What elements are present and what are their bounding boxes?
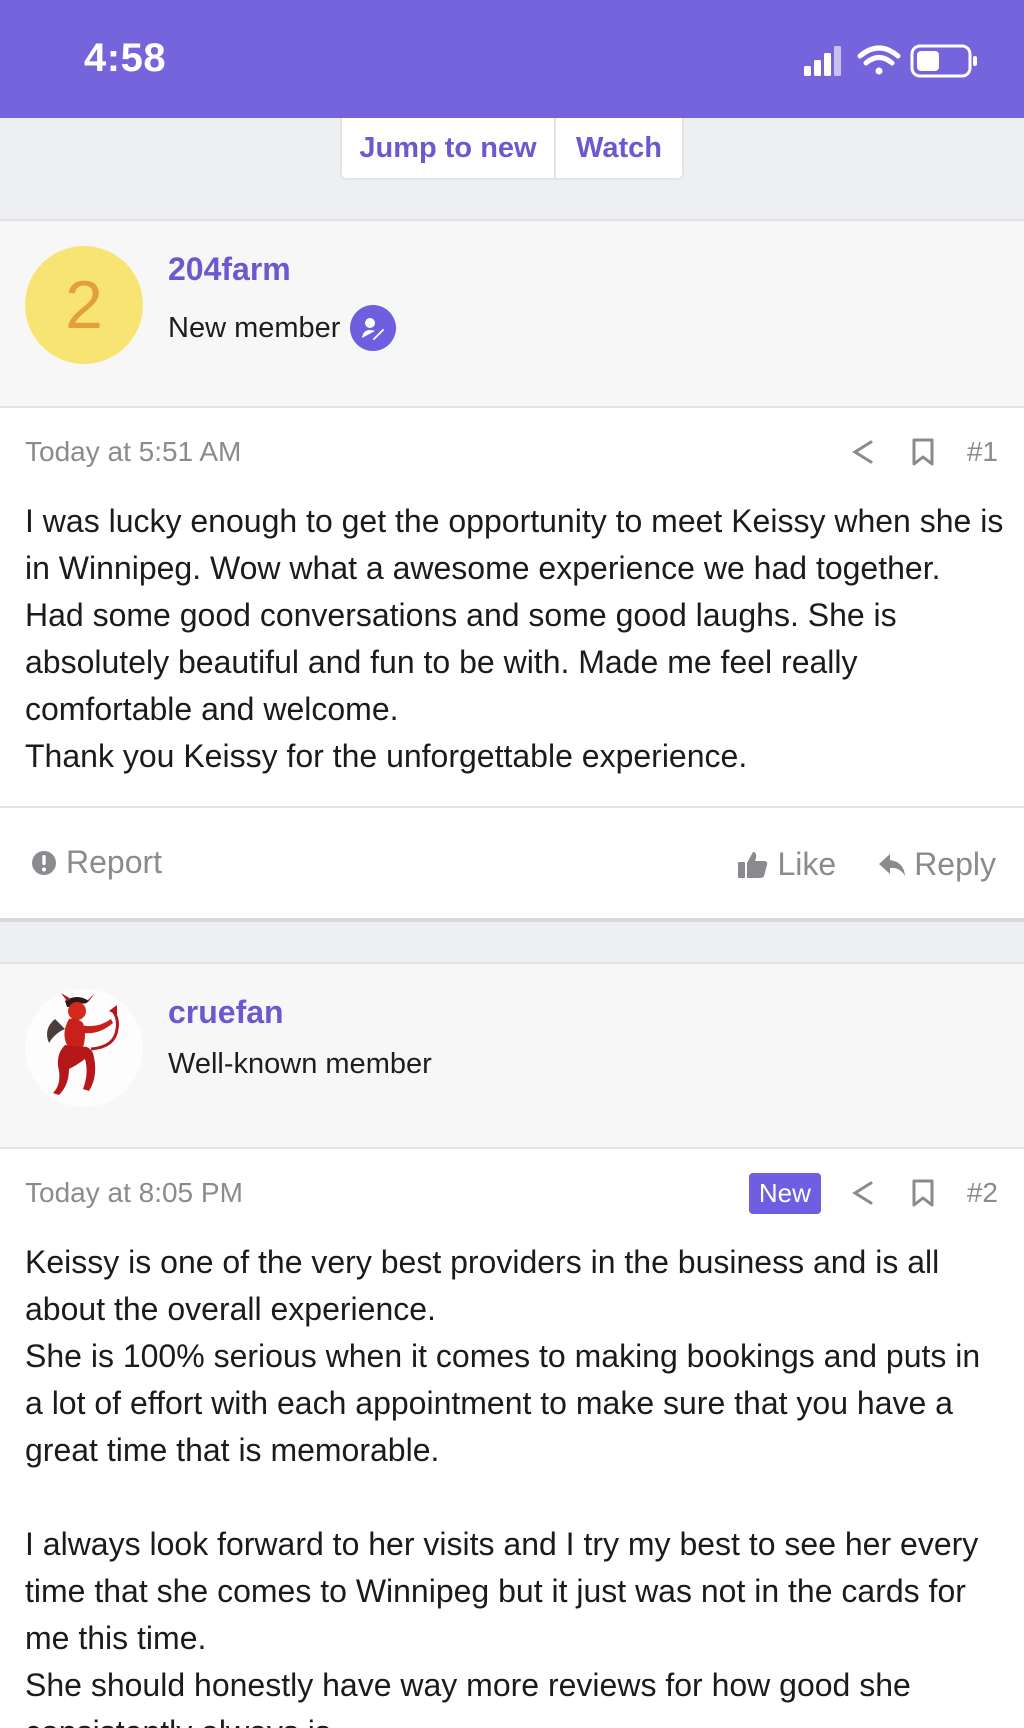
signal-icon [804,46,841,76]
post-tools: New #2 [748,1171,998,1215]
avatar[interactable]: 2 [25,246,143,364]
post-paragraph: I was lucky enough to get the opportunit… [25,503,1004,727]
like-button[interactable]: Like [737,846,836,883]
user-title: Well-known member [168,1048,432,1080]
report-button[interactable]: Report [30,844,162,881]
post-actions: Like Reply [737,846,996,883]
post-number-link[interactable]: #1 [967,436,998,468]
thread-button-group: Jump to new Watch [340,118,684,180]
reply-label: Reply [914,846,996,882]
post-text: Keissy is one of the very best providers… [25,1239,1005,1728]
thumbs-up-icon [738,851,768,878]
post-divider [0,926,1024,962]
post-paragraph: Thank you Keissy for the unforgettable e… [25,738,748,774]
post-number-link[interactable]: #2 [967,1177,998,1209]
like-label: Like [777,846,837,882]
new-badge: New [748,1172,821,1214]
bookmark-icon[interactable] [901,430,945,474]
status-bar: 4:58 [0,0,1024,118]
jump-to-new-button[interactable]: Jump to new [342,118,556,178]
post-paragraph: She is 100% serious when it comes to mak… [25,1338,981,1468]
avatar[interactable] [25,989,143,1107]
post-paragraph: Keissy is one of the very best providers… [25,1244,940,1327]
post-1-footer: Report Like Reply [0,806,1024,922]
reply-arrow-icon [879,853,906,876]
post-timestamp[interactable]: Today at 8:05 PM [25,1177,243,1209]
username[interactable]: cruefan [168,994,284,1031]
post-1-body: Today at 5:51 AM #1 I was lucky enough t… [0,408,1024,806]
battery-icon [910,44,977,78]
alert-icon [32,850,56,875]
post-text: I was lucky enough to get the opportunit… [25,498,1005,780]
user-title: New member [168,311,341,344]
post-2-user-card: cruefan Well-known member [0,962,1024,1149]
share-icon[interactable] [841,430,885,474]
report-label: Report [66,844,163,880]
post-2-body: Today at 8:05 PM New #2 Keissy is one of… [0,1149,1024,1728]
post-timestamp[interactable]: Today at 5:51 AM [25,436,241,468]
thread-nav: Jump to new Watch [0,118,1024,221]
devil-avatar-icon [25,989,143,1107]
share-icon[interactable] [841,1171,885,1215]
post-paragraph: She should honestly have way more review… [25,1667,911,1728]
status-icons [802,42,982,82]
bookmark-icon[interactable] [901,1171,945,1215]
reply-button[interactable]: Reply [878,846,996,883]
post-paragraph: I always look forward to her visits and … [25,1526,979,1656]
user-title-row: New member [168,305,397,351]
status-time: 4:58 [84,36,167,80]
wifi-icon [857,45,901,75]
paragraph-spacer [25,1474,1005,1521]
post-tools: #1 [825,430,998,474]
watch-button[interactable]: Watch [556,118,682,178]
user-title-row: Well-known member [168,1048,432,1081]
post-1-user-card: 2 204farm New member [0,221,1024,408]
username[interactable]: 204farm [168,251,291,288]
verified-member-badge-icon[interactable] [350,305,397,351]
